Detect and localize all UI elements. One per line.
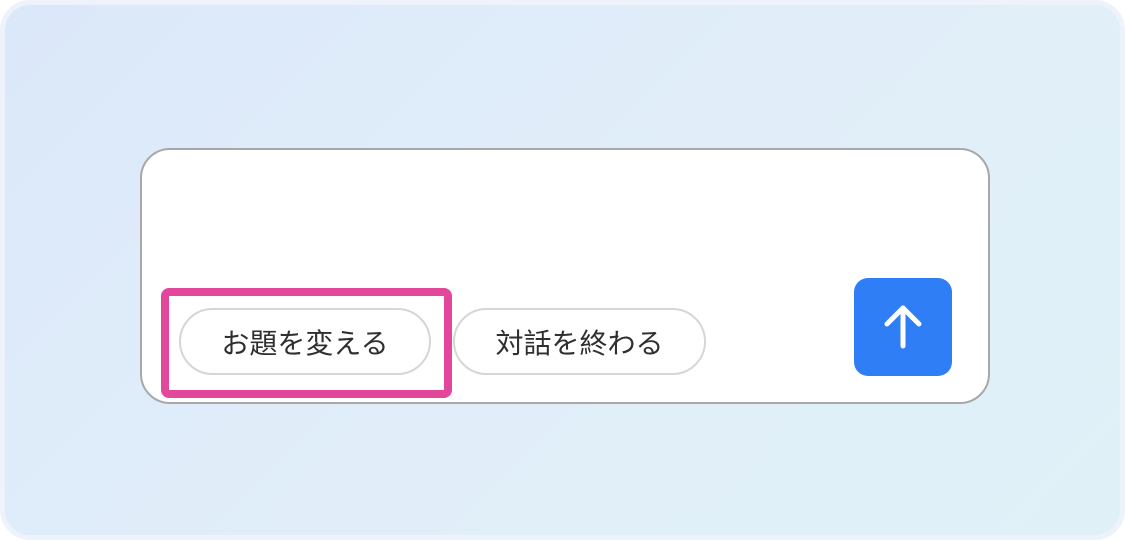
send-button[interactable] [854,278,952,376]
chat-input[interactable] [162,164,846,278]
change-topic-button[interactable]: お題を変える [179,308,431,375]
arrow-up-icon [881,302,925,353]
end-conversation-button[interactable]: 対話を終わる [453,308,706,375]
chat-input-container: お題を変える 対話を終わる [140,148,990,404]
